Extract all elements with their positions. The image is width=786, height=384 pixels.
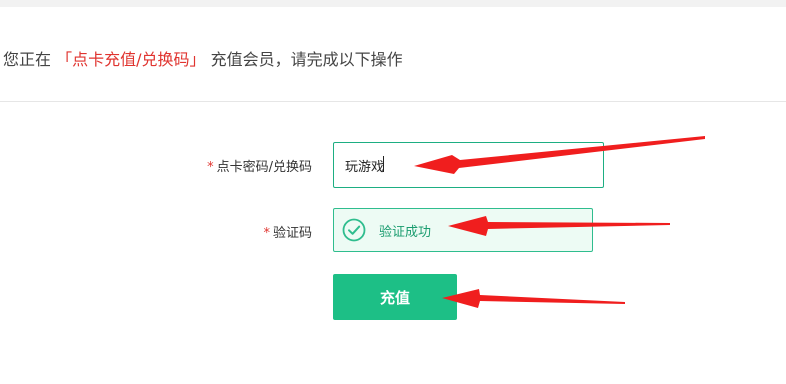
code-input[interactable] (333, 142, 604, 188)
captcha-status-text: 验证成功 (379, 225, 432, 240)
captcha-verify-box[interactable]: 验证成功 (333, 208, 593, 252)
code-label-text: 点卡密码/兑换码 (216, 160, 312, 175)
captcha-field-label: * 验证码 (152, 222, 312, 241)
text-caret (383, 156, 384, 172)
required-mark: * (207, 160, 214, 175)
check-circle-icon (342, 218, 366, 242)
notice-prefix: 您正在 (3, 50, 52, 69)
top-strip (0, 0, 786, 7)
required-mark: * (263, 226, 270, 241)
captcha-label-text: 验证码 (272, 226, 312, 241)
recharge-method: 「点卡充值/兑换码」 (56, 50, 206, 69)
code-field-label: * 点卡密码/兑换码 (152, 156, 312, 175)
divider (0, 101, 786, 102)
notice-suffix: 充值会员，请完成以下操作 (210, 50, 403, 69)
recharge-notice: 您正在 「点卡充值/兑换码」 充值会员，请完成以下操作 (3, 48, 403, 72)
arrow-icon (442, 289, 625, 308)
recharge-button[interactable]: 充值 (333, 274, 457, 320)
